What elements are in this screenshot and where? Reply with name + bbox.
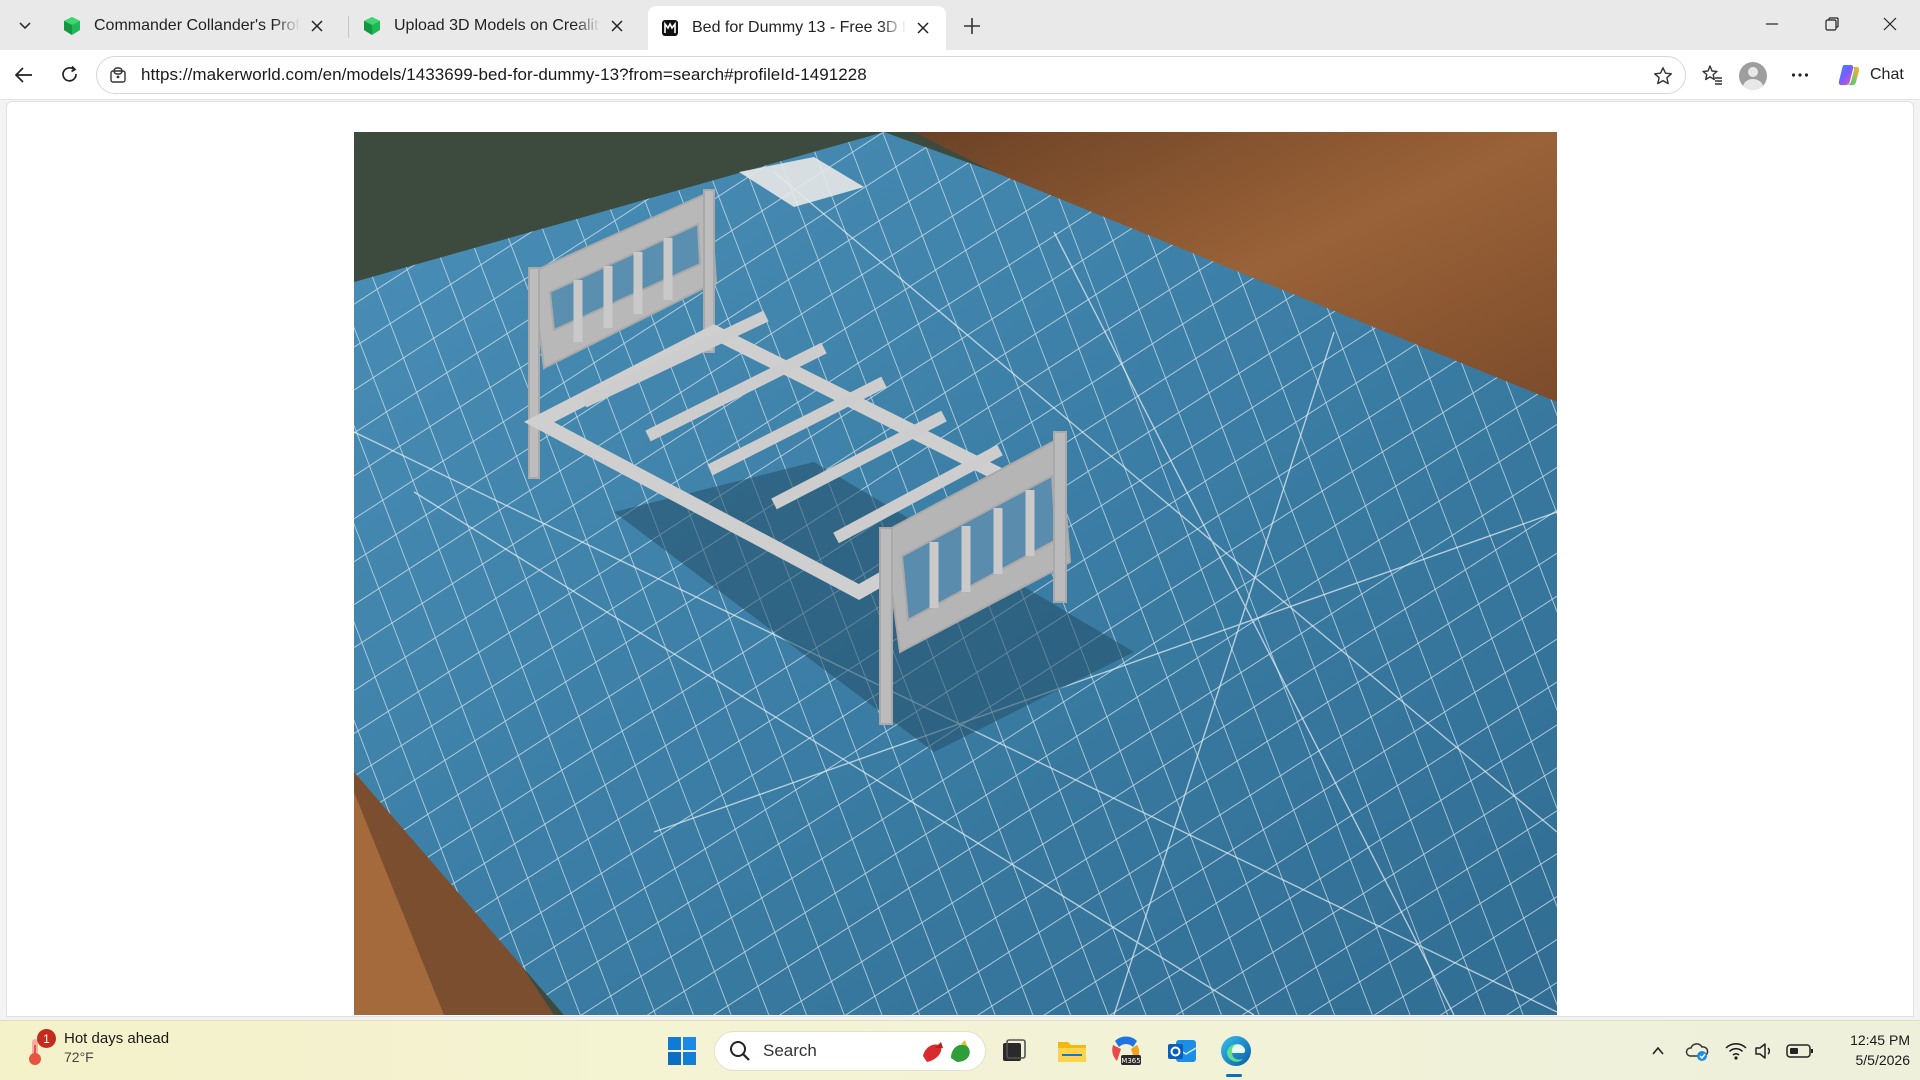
file-explorer-button[interactable] <box>1052 1031 1092 1071</box>
close-tab-icon[interactable] <box>306 15 328 37</box>
microsoft-365-button[interactable]: M365 <box>1106 1031 1146 1071</box>
close-window-button[interactable] <box>1862 0 1918 48</box>
model-photo[interactable] <box>354 132 1557 1015</box>
bed-photo-illustration <box>354 132 1557 1015</box>
search-icon <box>730 1041 750 1061</box>
battery-icon[interactable] <box>1786 1039 1814 1063</box>
volume-icon[interactable] <box>1753 1039 1777 1063</box>
copilot-chat-button[interactable]: Chat <box>1830 58 1914 92</box>
chevron-down-icon <box>19 22 31 30</box>
close-tab-icon[interactable] <box>606 15 628 37</box>
clock-date: 5/5/2026 <box>1855 1052 1911 1068</box>
chat-label: Chat <box>1870 66 1904 83</box>
search-label: Search <box>763 1041 817 1060</box>
favorites-button[interactable] <box>1694 57 1730 93</box>
clock-time: 12:45 PM <box>1850 1032 1910 1048</box>
favorites-list-icon <box>1702 65 1722 85</box>
tab-divider <box>348 16 349 38</box>
taskbar-search-box[interactable]: Search <box>714 1031 986 1071</box>
makerworld-bw-icon <box>662 20 678 36</box>
search-highlight-icon <box>923 1040 970 1062</box>
refresh-icon <box>62 65 77 82</box>
weather-temperature: 72°F <box>64 1049 94 1065</box>
windows-taskbar: 1 Hot days ahead 72°F Search M365 12:45 … <box>0 1020 1920 1080</box>
task-view-icon <box>1003 1039 1026 1061</box>
refresh-button[interactable] <box>52 57 88 93</box>
show-hidden-icons-button[interactable] <box>1646 1039 1670 1063</box>
arrow-left-icon <box>14 67 32 83</box>
tab-actions-menu-button[interactable] <box>8 8 42 42</box>
wifi-icon[interactable] <box>1724 1039 1748 1063</box>
minimize-button[interactable] <box>1744 0 1800 48</box>
close-tab-icon[interactable] <box>912 17 934 39</box>
profile-avatar[interactable] <box>1739 62 1767 90</box>
copilot-icon <box>1838 65 1860 85</box>
weather-widget[interactable]: 1 Hot days ahead 72°F <box>22 1029 169 1067</box>
thermometer-icon: 1 <box>22 1029 56 1067</box>
site-info-icon[interactable] <box>107 64 129 86</box>
minimize-icon <box>1766 23 1778 25</box>
chevron-up-icon <box>1652 1046 1664 1055</box>
url-text[interactable]: https://makerworld.com/en/models/1433699… <box>141 65 867 85</box>
plus-icon <box>964 18 980 34</box>
browser-toolbar: https://makerworld.com/en/models/1433699… <box>0 50 1920 100</box>
start-button[interactable] <box>662 1031 702 1071</box>
new-tab-button[interactable] <box>956 10 988 42</box>
tab-upload-models[interactable]: Upload 3D Models on Creality Clo <box>350 6 640 46</box>
windows-logo-icon <box>668 1037 696 1065</box>
onedrive-sync-icon[interactable] <box>1685 1039 1709 1063</box>
edge-icon <box>1221 1036 1251 1066</box>
svg-text:M365: M365 <box>1121 1057 1140 1065</box>
system-clock[interactable]: 12:45 PM 5/5/2026 <box>1820 1030 1910 1070</box>
outlook-icon <box>1168 1040 1197 1062</box>
makerworld-green-cube-icon <box>64 17 80 35</box>
tab-strip: Commander Collander's Profile | C Upload… <box>0 0 1920 50</box>
restore-icon <box>1825 17 1839 31</box>
microsoft-365-icon: M365 <box>1112 1036 1141 1065</box>
address-bar[interactable]: https://makerworld.com/en/models/1433699… <box>96 56 1686 94</box>
settings-more-button[interactable] <box>1782 57 1818 93</box>
edge-browser-button[interactable] <box>1216 1031 1256 1071</box>
more-horizontal-icon <box>1791 73 1809 77</box>
makerworld-green-cube-icon <box>364 17 380 35</box>
restore-button[interactable] <box>1804 0 1860 48</box>
favorite-star-icon[interactable] <box>1651 64 1675 88</box>
outlook-button[interactable] <box>1162 1031 1202 1071</box>
close-icon <box>1883 17 1897 31</box>
tab-title: Bed for Dummy 13 - Free 3D Print <box>692 19 906 36</box>
tab-bed-for-dummy[interactable]: Bed for Dummy 13 - Free 3D Print <box>648 6 946 50</box>
weather-title: Hot days ahead <box>64 1030 170 1047</box>
weather-alert-badge: 1 <box>37 1029 56 1048</box>
tab-profile[interactable]: Commander Collander's Profile | C <box>50 6 340 46</box>
active-app-indicator <box>1226 1074 1242 1077</box>
folder-icon <box>1058 1042 1086 1062</box>
tab-title: Commander Collander's Profile | C <box>94 17 300 34</box>
tab-title: Upload 3D Models on Creality Clo <box>394 17 600 34</box>
task-view-button[interactable] <box>994 1031 1034 1071</box>
back-button[interactable] <box>6 57 42 93</box>
